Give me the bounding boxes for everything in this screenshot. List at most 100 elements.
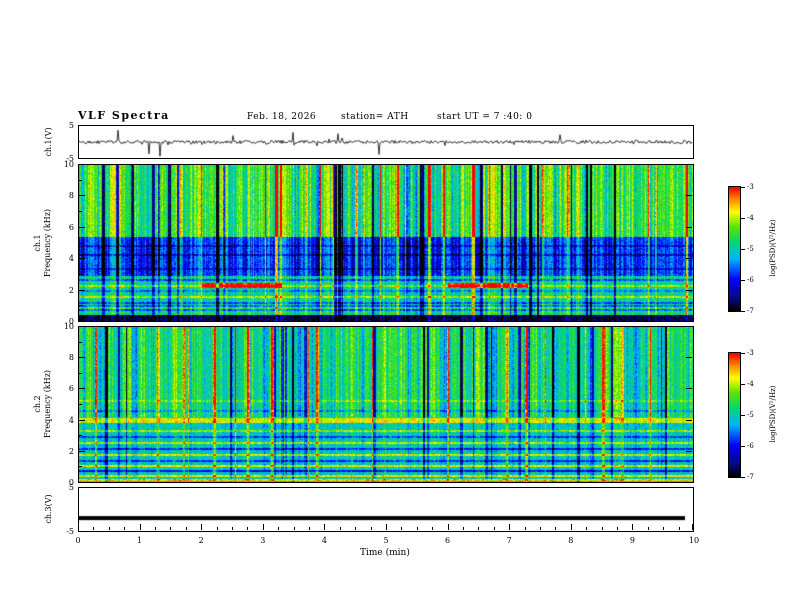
x-minor-tick-mark: [247, 527, 249, 530]
y-tick-mark: [79, 321, 85, 322]
y-tick-mark: [79, 357, 85, 359]
x-minor-tick-mark: [93, 527, 95, 530]
y-tick-mark: [686, 487, 692, 488]
ch1-spectrogram-canvas: [79, 165, 693, 321]
x-tick-mark: [324, 524, 326, 530]
ch2-spectrogram-panel: [78, 326, 694, 483]
colorbar-tick-mark: [741, 353, 745, 354]
x-minor-tick-mark: [108, 527, 110, 530]
x-minor-tick-mark: [293, 527, 295, 530]
x-tick-label: 5: [383, 536, 389, 545]
x-tick-mark: [570, 524, 572, 530]
x-minor-tick-mark: [416, 527, 418, 530]
ch1-spec-ylabel-line1: ch.1: [33, 234, 42, 252]
y-tick-label: 10: [63, 322, 74, 331]
y-tick-mark: [686, 388, 692, 390]
ch2-spec-ylabel-line1: ch.2: [33, 395, 42, 413]
colorbar-1: [728, 186, 741, 312]
plot-station: station= ATH: [341, 112, 409, 122]
y-tick-label: 8: [68, 353, 74, 363]
y-tick-mark: [686, 450, 692, 452]
x-tick-label: 8: [568, 536, 574, 545]
y-tick-mark: [686, 482, 692, 483]
ch1-spec-ylabel: ch.1 Frequency (kHz): [33, 164, 53, 322]
y-tick-mark: [686, 357, 692, 359]
x-minor-tick-mark: [478, 527, 480, 530]
colorbar-tick-mark: [741, 249, 745, 250]
x-tick-label: 10: [688, 536, 700, 545]
y-tick-label: 2: [68, 285, 74, 295]
x-minor-tick-mark: [278, 527, 280, 530]
y-tick-label: 6: [68, 384, 74, 394]
colorbar-2-canvas: [729, 353, 740, 477]
x-tick-mark: [139, 524, 141, 530]
y-minor-tick-mark: [79, 466, 82, 468]
y-tick-mark: [686, 158, 692, 159]
colorbar-tick-mark: [741, 415, 745, 416]
ch2-spectrogram-canvas: [79, 327, 693, 482]
x-minor-tick-mark: [540, 527, 541, 530]
x-tick-label: 4: [321, 536, 327, 545]
y-tick-mark: [79, 258, 85, 260]
y-tick-label: 8: [68, 191, 74, 201]
y-tick-mark: [79, 289, 85, 291]
y-tick-mark: [79, 125, 85, 126]
ch2-spec-ylabel: ch.2 Frequency (kHz): [33, 325, 53, 483]
x-minor-tick-mark: [339, 527, 341, 530]
y-minor-tick-mark: [79, 211, 82, 213]
y-tick-mark: [79, 487, 85, 488]
colorbar-2-label: log(PSD)(V²/Hz): [769, 385, 777, 443]
colorbar-tick-label: -4: [747, 380, 754, 388]
y-minor-tick-mark: [79, 404, 82, 405]
y-tick-label: -5: [66, 527, 74, 536]
y-tick-mark: [686, 226, 692, 228]
x-tick-mark: [632, 524, 634, 530]
y-tick-mark: [686, 321, 692, 322]
y-tick-mark: [79, 388, 85, 390]
x-tick-mark: [509, 524, 511, 530]
colorbar-tick-label: -5: [747, 411, 754, 419]
colorbar-tick-mark: [741, 384, 745, 385]
x-minor-tick-mark: [370, 527, 372, 530]
x-minor-tick-mark: [647, 527, 649, 530]
y-tick-mark: [686, 419, 692, 421]
colorbar-tick-label: -3: [747, 183, 754, 191]
x-minor-tick-mark: [601, 527, 603, 530]
y-tick-mark: [686, 289, 692, 291]
y-tick-mark: [686, 195, 692, 197]
x-minor-tick-mark: [170, 527, 172, 530]
x-minor-tick-mark: [185, 527, 187, 530]
colorbar-tick-label: -6: [747, 276, 754, 284]
y-tick-label: 2: [68, 446, 74, 456]
x-minor-tick-mark: [155, 527, 156, 530]
plot-date: Feb. 18, 2026: [247, 112, 317, 122]
colorbar-tick-label: -3: [747, 349, 754, 357]
x-tick-mark: [201, 524, 203, 530]
x-tick-label: 3: [260, 536, 266, 545]
y-minor-tick-mark: [79, 179, 82, 181]
y-tick-mark: [79, 326, 85, 327]
colorbar-tick-mark: [741, 311, 745, 312]
x-minor-tick-mark: [309, 527, 310, 530]
x-tick-mark: [447, 524, 449, 530]
x-tick-mark: [262, 524, 264, 530]
colorbar-tick-label: -6: [747, 442, 754, 450]
x-tick-label: 6: [445, 536, 451, 545]
y-tick-mark: [79, 158, 85, 159]
y-minor-tick-mark: [79, 341, 82, 343]
y-minor-tick-mark: [79, 372, 82, 374]
y-tick-mark: [686, 326, 692, 327]
ch1-waveform-panel: [78, 125, 694, 159]
y-tick-mark: [686, 125, 692, 126]
y-minor-tick-mark: [79, 242, 82, 244]
x-tick-label: 9: [629, 536, 635, 545]
x-minor-tick-mark: [617, 527, 618, 530]
y-tick-mark: [686, 531, 692, 532]
ch1-spec-ylabel-line2: Frequency (kHz): [43, 208, 52, 278]
colorbar-tick-label: -5: [747, 245, 754, 253]
y-tick-mark: [79, 419, 85, 421]
x-tick-mark: [386, 524, 387, 530]
y-tick-label: 4: [68, 254, 74, 264]
colorbar-tick-mark: [741, 187, 745, 188]
y-tick-mark: [79, 450, 85, 452]
